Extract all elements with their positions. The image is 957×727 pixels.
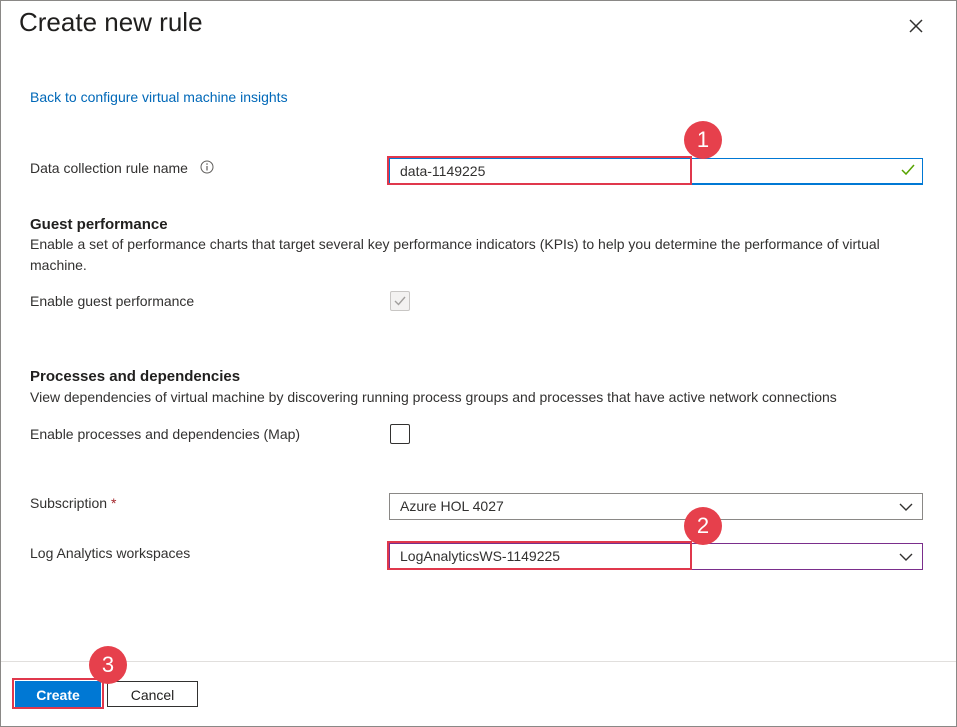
- workspace-value: LogAnalyticsWS-1149225: [400, 548, 561, 564]
- create-rule-dialog: Create new rule Back to configure virtua…: [0, 0, 957, 727]
- subscription-dropdown[interactable]: Azure HOL 4027: [389, 493, 923, 520]
- info-icon[interactable]: [200, 160, 214, 177]
- rule-name-label-row: Data collection rule name: [30, 160, 214, 177]
- enable-processes-checkbox[interactable]: [390, 424, 410, 444]
- cancel-button[interactable]: Cancel: [107, 681, 198, 707]
- chevron-down-icon: [898, 500, 914, 518]
- enable-guest-performance-label: Enable guest performance: [30, 293, 195, 309]
- workspace-label: Log Analytics workspaces: [30, 545, 191, 561]
- dialog-title: Create new rule: [19, 7, 203, 37]
- enable-guest-performance-checkbox[interactable]: [390, 291, 410, 311]
- chevron-down-icon: [898, 550, 914, 568]
- rule-name-input[interactable]: [390, 159, 880, 183]
- guest-performance-description: Enable a set of performance charts that …: [30, 236, 880, 273]
- processes-heading: Processes and dependencies: [30, 368, 241, 385]
- enable-processes-label: Enable processes and dependencies (Map): [30, 426, 301, 442]
- back-link[interactable]: Back to configure virtual machine insigh…: [30, 89, 288, 105]
- processes-description: View dependencies of virtual machine by …: [30, 389, 837, 405]
- valid-check-icon: [900, 162, 916, 183]
- required-marker: *: [110, 495, 117, 511]
- callout-3: 3: [89, 646, 127, 684]
- create-button[interactable]: Create: [15, 681, 101, 707]
- callout-1: 1: [684, 121, 722, 159]
- subscription-value: Azure HOL 4027: [400, 498, 504, 514]
- footer-divider: [1, 661, 956, 662]
- rule-name-label: Data collection rule name: [30, 160, 188, 176]
- guest-performance-heading: Guest performance: [30, 216, 168, 233]
- close-icon[interactable]: [901, 11, 931, 41]
- workspace-dropdown[interactable]: LogAnalyticsWS-1149225: [389, 543, 923, 570]
- subscription-label-row: Subscription *: [30, 495, 116, 511]
- checkmark-icon: [394, 296, 406, 306]
- subscription-label: Subscription: [30, 495, 108, 511]
- callout-2: 2: [684, 507, 722, 545]
- rule-name-input-box[interactable]: [389, 158, 923, 185]
